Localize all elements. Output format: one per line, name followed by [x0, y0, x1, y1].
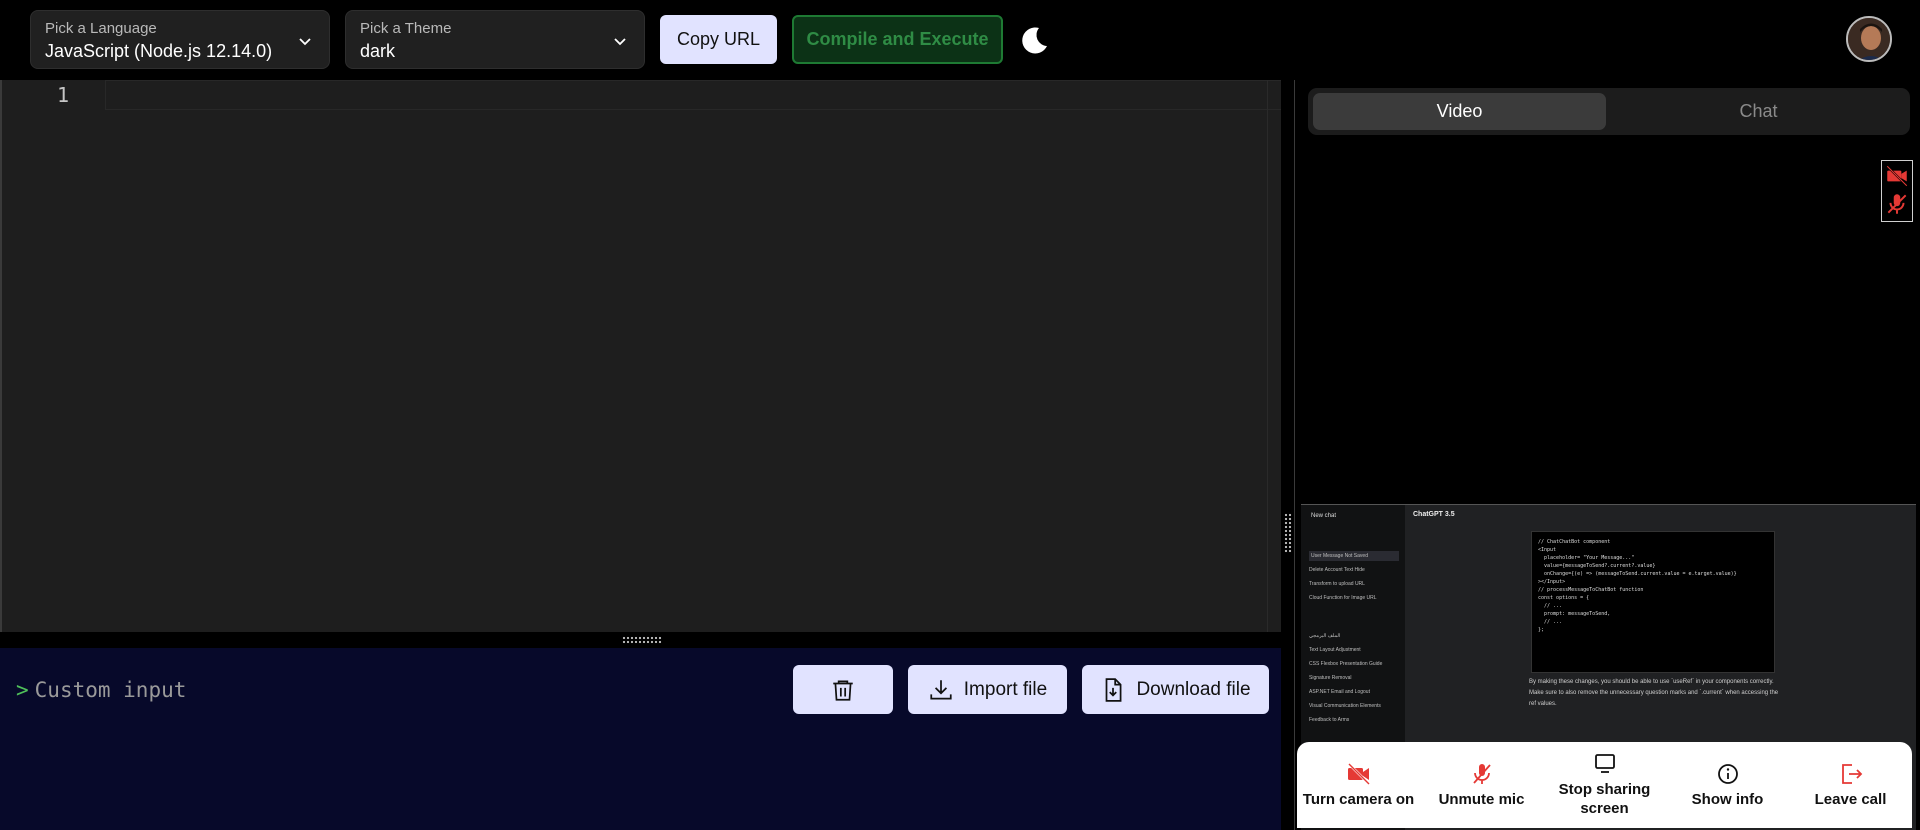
- line-number: 1: [57, 83, 70, 107]
- leave-call-button[interactable]: Leave call: [1789, 742, 1912, 828]
- download-icon: [930, 679, 952, 700]
- horizontal-resize-handle[interactable]: [0, 632, 1281, 648]
- code-line: placeholder= "Your Message...": [1538, 555, 1635, 561]
- shared-history-item: Feedback to Arms: [1309, 717, 1350, 723]
- camera-off-icon: [1886, 165, 1908, 187]
- download-file-label: Download file: [1136, 678, 1251, 700]
- camera-off-icon: [1347, 762, 1370, 785]
- prompt-symbol: >: [16, 678, 29, 702]
- theme-select[interactable]: Pick a Theme dark: [345, 10, 645, 69]
- copy-url-button[interactable]: Copy URL: [660, 15, 777, 64]
- code-line: // processMessageToChatBot function: [1538, 587, 1644, 593]
- shared-new-chat: New chat: [1311, 513, 1337, 519]
- chevron-down-icon: [299, 38, 311, 46]
- download-file-button[interactable]: Download file: [1082, 665, 1269, 714]
- code-line: // ...: [1538, 619, 1563, 625]
- tab-video[interactable]: Video: [1313, 93, 1606, 130]
- shared-history-item: Visual Communication Elements: [1309, 703, 1381, 709]
- shared-paragraph: By making these changes, you should be a…: [1529, 679, 1779, 707]
- stop-sharing-button[interactable]: Stop sharing screen: [1543, 742, 1666, 828]
- file-download-icon: [1106, 677, 1122, 702]
- compile-execute-button[interactable]: Compile and Execute: [792, 15, 1003, 64]
- panel-tabs: Video Chat: [1308, 88, 1910, 135]
- shared-history-item: User Message Not Saved: [1309, 551, 1399, 561]
- leave-call-icon: [1841, 763, 1862, 784]
- unmute-mic-button[interactable]: Unmute mic: [1420, 742, 1543, 828]
- leave-call-label: Leave call: [1814, 790, 1887, 808]
- stop-sharing-label: Stop sharing screen: [1558, 781, 1651, 817]
- code-line: // ChatChatBot component: [1538, 539, 1611, 545]
- avatar[interactable]: [1846, 16, 1892, 62]
- code-line: prompt: messageToSend,: [1538, 611, 1611, 617]
- clear-input-button[interactable]: [793, 665, 893, 714]
- show-info-label: Show info: [1691, 790, 1764, 808]
- code-line: <Input: [1538, 547, 1557, 553]
- show-info-button[interactable]: Show info: [1666, 742, 1789, 828]
- chevron-down-icon: [614, 38, 626, 46]
- shared-code-block: // ChatChatBot component <Input placehold…: [1531, 531, 1775, 673]
- language-select-label: Pick a Language: [45, 20, 157, 37]
- grip-icon: [1284, 513, 1292, 553]
- top-bar: Pick a Language JavaScript (Node.js 12.1…: [0, 0, 1920, 80]
- participant-status: [1881, 160, 1913, 222]
- shared-history-item: Delete Account Text Hide: [1309, 567, 1365, 573]
- shared-history-item: CSS Flexbox Presentation Guide: [1309, 661, 1383, 667]
- user-avatar-image: [1848, 18, 1890, 60]
- moon-icon[interactable]: [1017, 24, 1051, 58]
- theme-select-label: Pick a Theme: [360, 20, 452, 37]
- code-line: ></Input>: [1538, 579, 1566, 585]
- code-line: onChange={(e) => (messageToSend.current.…: [1538, 571, 1737, 577]
- current-line-highlight: [105, 80, 1283, 110]
- code-line: };: [1538, 627, 1545, 633]
- language-select[interactable]: Pick a Language JavaScript (Node.js 12.1…: [30, 10, 330, 69]
- info-icon: [1717, 763, 1738, 784]
- language-select-value: JavaScript (Node.js 12.14.0): [45, 41, 273, 61]
- turn-camera-on-button[interactable]: Turn camera on: [1297, 742, 1420, 828]
- call-controls: Turn camera on Unmute mic Stop sharing s…: [1297, 742, 1912, 828]
- shared-history-item: Signature Removal: [1309, 675, 1352, 681]
- custom-input-panel: > Custom input Import file Download file: [0, 648, 1281, 830]
- theme-select-value: dark: [360, 41, 396, 61]
- shared-history-item: Text Layout Adjustment: [1309, 647, 1361, 653]
- screen-share-icon: [1594, 754, 1615, 773]
- shared-app-title: ChatGPT 3.5: [1413, 511, 1455, 518]
- custom-input-field[interactable]: > Custom input: [16, 678, 186, 702]
- code-line: value={messageToSend?.current?.value}: [1538, 563, 1656, 569]
- shared-history-item: Transform to upload URL: [1309, 581, 1365, 587]
- shared-history-item: ASP.NET Email and Logout: [1309, 689, 1370, 695]
- unmute-mic-label: Unmute mic: [1438, 790, 1525, 808]
- shared-history-item: الملف البرمجي: [1309, 633, 1341, 639]
- turn-camera-on-label: Turn camera on: [1302, 790, 1415, 808]
- custom-input-placeholder: Custom input: [34, 678, 187, 702]
- trash-icon: [833, 679, 853, 701]
- call-panel: Video Chat New chat User Message Not Sav…: [1295, 80, 1920, 830]
- code-editor[interactable]: 1: [0, 80, 1283, 632]
- import-file-button[interactable]: Import file: [908, 665, 1067, 714]
- grip-icon: [622, 636, 662, 644]
- vertical-resize-handle[interactable]: [1281, 80, 1296, 830]
- code-line: // ...: [1538, 603, 1563, 609]
- shared-history-item: Cloud Function for Image URL: [1309, 595, 1377, 601]
- mic-off-icon: [1472, 763, 1491, 784]
- tab-chat[interactable]: Chat: [1612, 93, 1905, 130]
- mic-off-icon: [1887, 194, 1907, 214]
- import-file-label: Import file: [963, 678, 1048, 700]
- code-line: const options = {: [1538, 595, 1590, 601]
